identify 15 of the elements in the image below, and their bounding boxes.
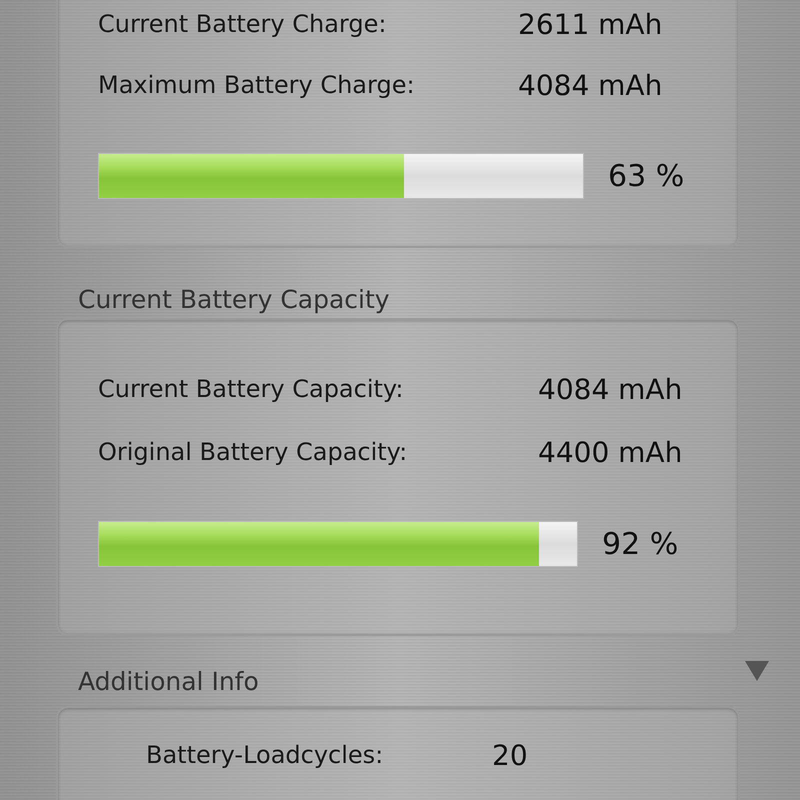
info-label: Original Battery Capacity: [98,438,408,466]
info-label: Battery-Loadcycles: [146,741,384,769]
info-value: 4084 mAh [538,372,682,406]
section-title: Current Battery Capacity [78,285,390,314]
info-value: 2611 mAh [518,8,662,40]
info-value: 20 [492,738,528,772]
info-label: Current Battery Charge: [98,10,388,38]
info-label: Current Battery Capacity: [98,375,404,403]
info-value: 4084 mAh [518,68,662,102]
info-value: 4400 mAh [538,436,682,468]
info-label: Maximum Battery Charge: [98,71,416,99]
percent-reading: 63 % [608,158,684,194]
percent-reading: 92 % [602,526,678,562]
disclosure-triangle-icon[interactable] [744,660,770,682]
section-title: Additional Info [78,667,259,696]
